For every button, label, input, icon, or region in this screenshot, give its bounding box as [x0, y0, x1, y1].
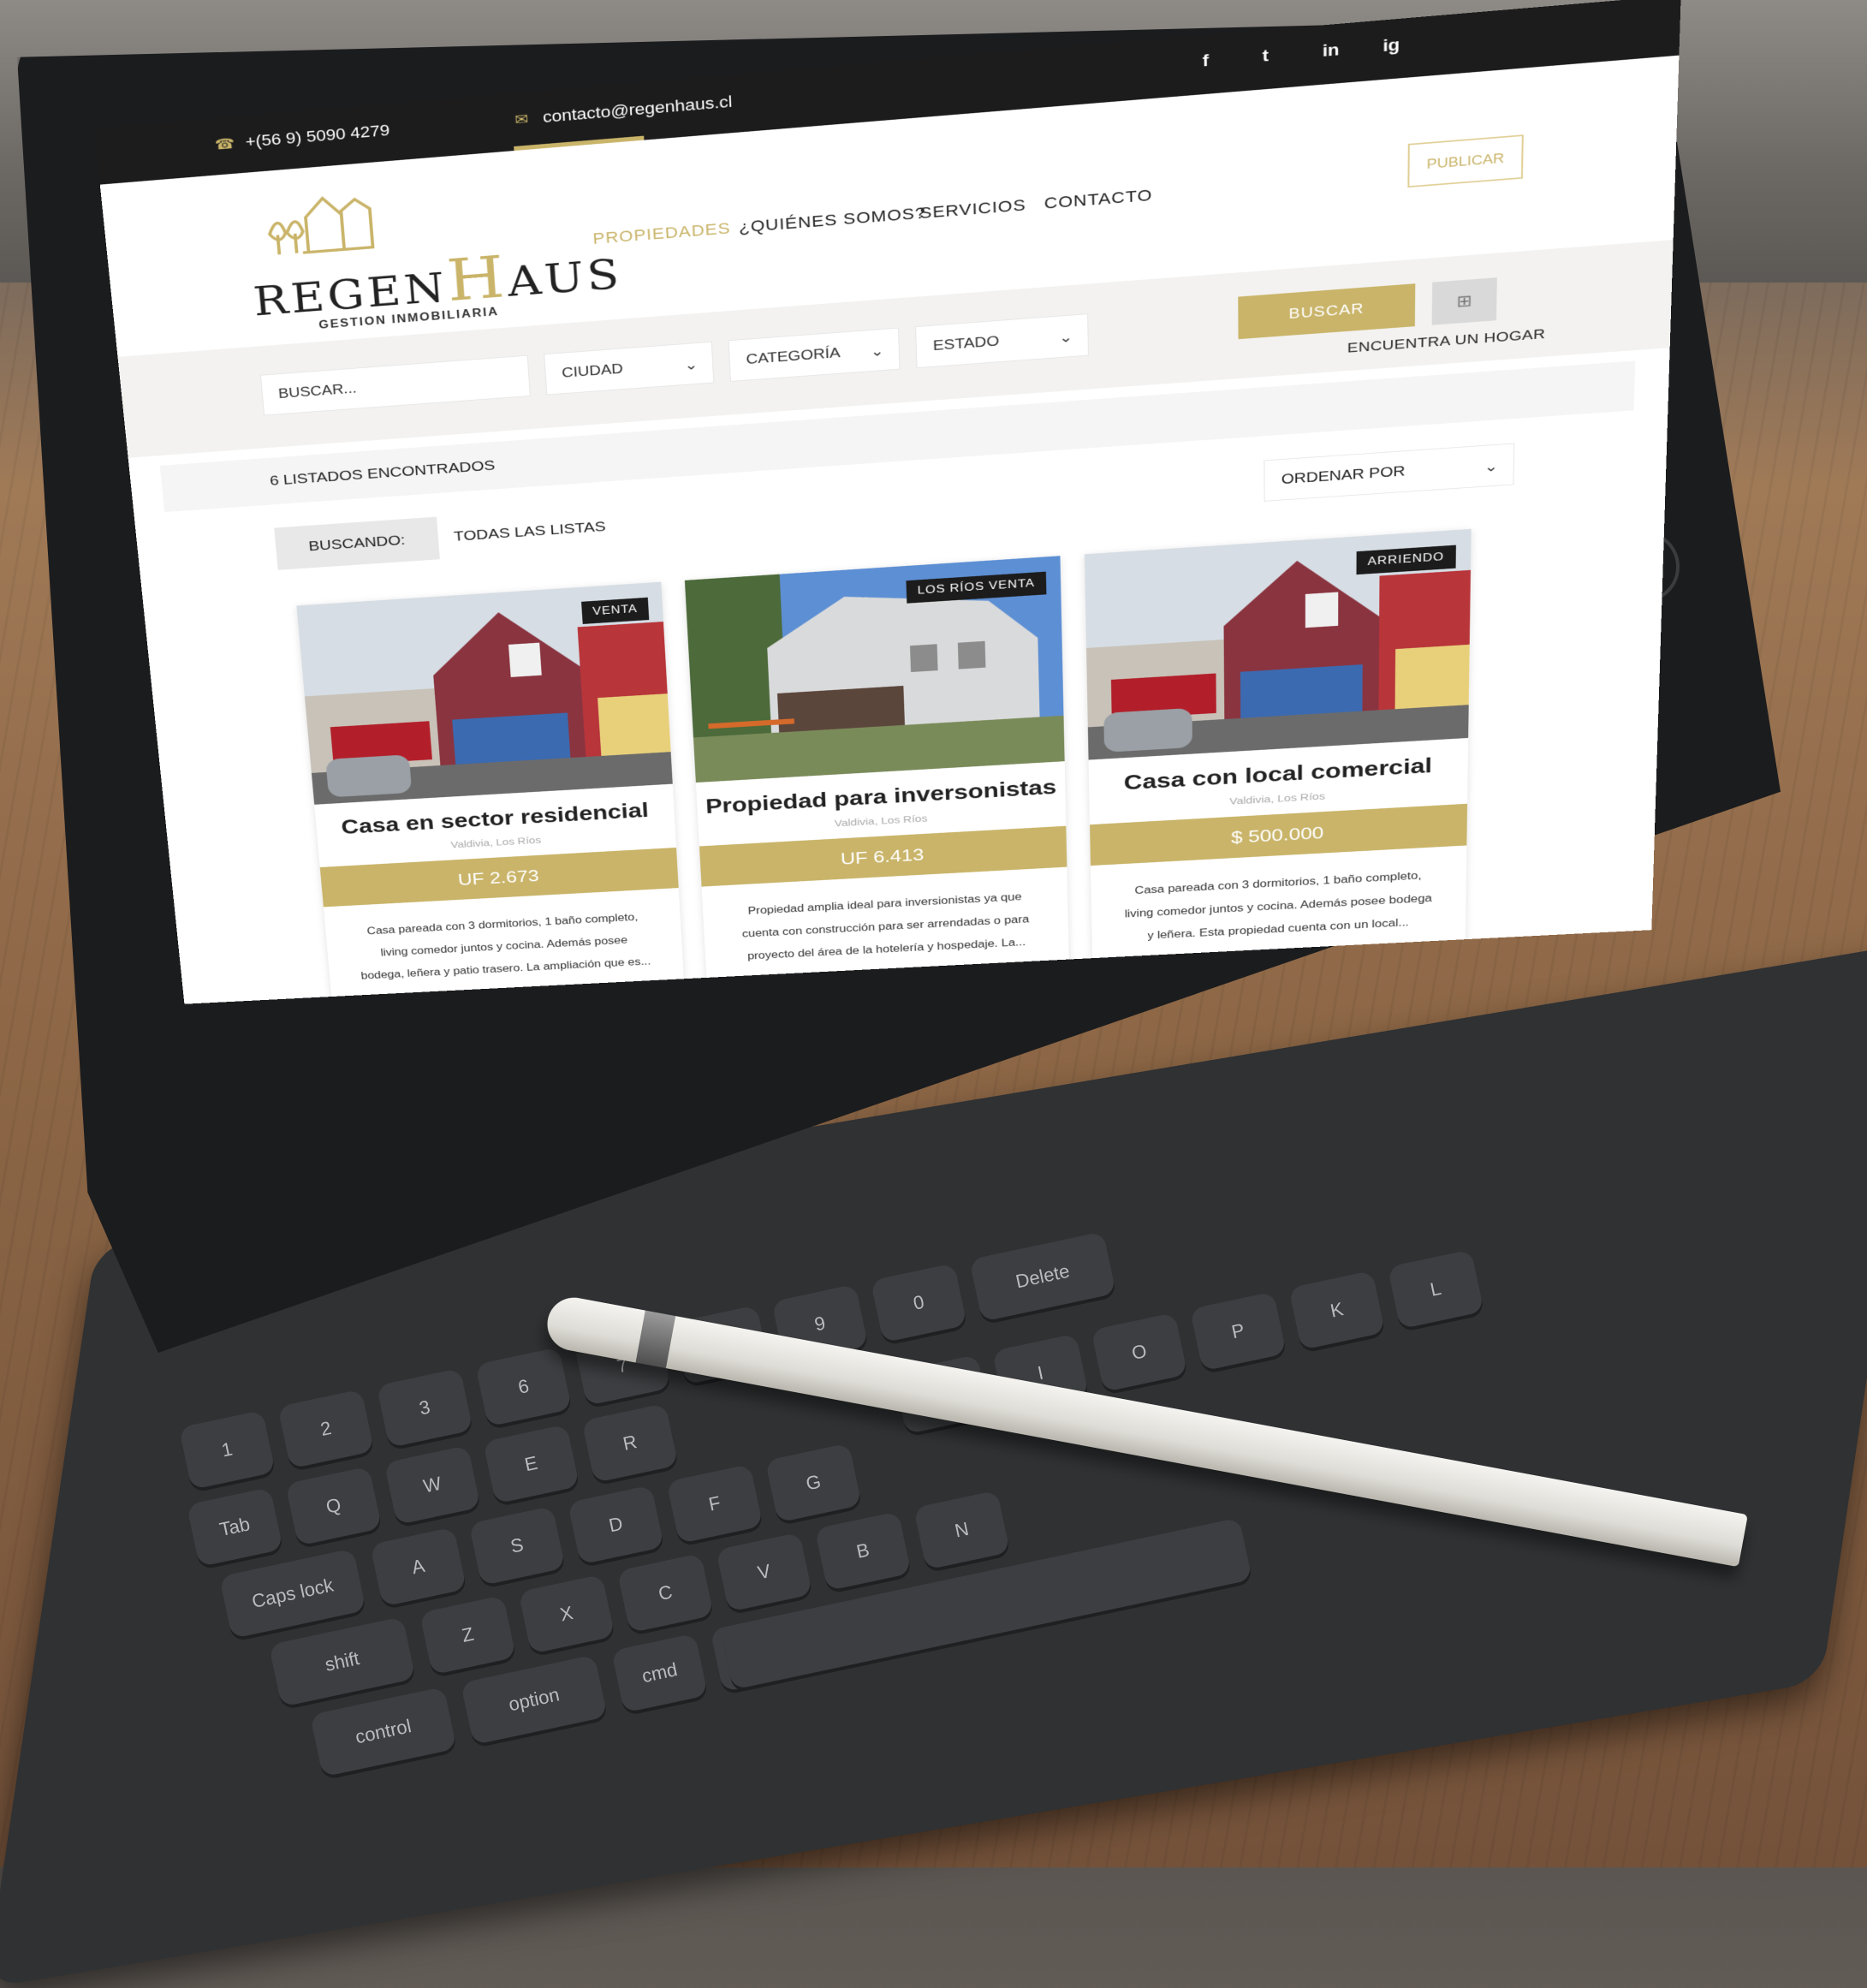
searching-label: BUSCANDO: — [307, 532, 407, 555]
searching-label-box: BUSCANDO: — [274, 516, 440, 570]
tablet-screen: ☎ +(56 9) 5090 4279 ✉ contacto@regenhaus… — [94, 0, 1681, 1004]
envelope-icon: ✉ — [514, 110, 530, 128]
logo-text-h: H — [444, 243, 510, 315]
listing-price: UF 6.413 — [699, 825, 1067, 887]
listing-badge: VENTA — [580, 597, 650, 624]
city-select-label: CIUDAD — [561, 360, 624, 381]
chevron-down-icon: ⌄ — [1483, 458, 1499, 475]
search-input[interactable]: BUSCAR... — [259, 354, 531, 416]
facebook-icon[interactable]: f — [1203, 51, 1210, 71]
nav-quienes-somos[interactable]: ¿QUIÉNES SOMOS? — [739, 204, 926, 237]
listing-card[interactable]: ARRIENDO Casa con local comercial Valdiv… — [1084, 528, 1472, 971]
chevron-down-icon: ⌄ — [684, 357, 699, 374]
email-address: contacto@regenhaus.cl — [542, 92, 733, 127]
phone-number: +(56 9) 5090 4279 — [244, 121, 390, 151]
instagram-icon[interactable]: ig — [1382, 35, 1400, 56]
pencil-band — [635, 1310, 676, 1369]
whatsapp-icon: ☎ — [214, 135, 236, 153]
listing-price: $ 500.000 — [1090, 803, 1468, 866]
grid-icon: ⊞ — [1456, 291, 1472, 311]
publish-button[interactable]: PUBLICAR — [1407, 134, 1524, 188]
logo-text-right: AUS — [506, 249, 624, 307]
logo-houses-icon — [259, 184, 377, 263]
nav-propiedades[interactable]: PROPIEDADES — [592, 219, 731, 248]
listing-card[interactable]: VENTA Casa en sector residencial Valdivi… — [296, 581, 685, 1004]
results-count: 6 LISTADOS ENCONTRADOS — [269, 457, 496, 489]
chevron-down-icon: ⌄ — [870, 343, 885, 360]
nav-servicios[interactable]: SERVICIOS — [919, 196, 1026, 223]
nav-contacto[interactable]: CONTACTO — [1043, 186, 1152, 213]
listing-description: Casa pareada con 3 dormitorios, 1 baño c… — [360, 912, 651, 982]
listing-photo[interactable]: VENTA — [296, 581, 673, 805]
phone-contact[interactable]: ☎ +(56 9) 5090 4279 — [214, 121, 390, 153]
email-contact[interactable]: ✉ contacto@regenhaus.cl — [511, 92, 733, 129]
city-select[interactable]: CIUDAD ⌄ — [544, 341, 715, 396]
search-button[interactable]: BUSCAR — [1238, 283, 1416, 340]
listing-photo[interactable]: ARRIENDO — [1084, 528, 1472, 760]
regenhaus-logo[interactable]: REGENHAUS GESTION INMOBILIARIA — [244, 170, 623, 332]
listing-price: UF 2.673 — [319, 847, 679, 908]
category-select[interactable]: CATEGORÍA ⌄ — [728, 327, 901, 382]
listing-description: Casa pareada con 3 dormitorios, 1 baño c… — [1124, 870, 1432, 942]
status-select-label: ESTADO — [932, 333, 1000, 354]
screen-perspective-wrapper: ☎ +(56 9) 5090 4279 ✉ contacto@regenhaus… — [0, 0, 1867, 1867]
sort-select[interactable]: ORDENAR POR ⌄ — [1263, 443, 1515, 502]
listing-card[interactable]: LOS RÍOS VENTA Propiedad para inversonis… — [684, 556, 1070, 991]
grid-view-button[interactable]: ⊞ — [1431, 277, 1497, 325]
chevron-down-icon: ⌄ — [1058, 329, 1073, 347]
listing-photo[interactable]: LOS RÍOS VENTA — [684, 556, 1065, 783]
listing-description: Propiedad amplia ideal para inversionist… — [741, 891, 1030, 962]
category-select-label: CATEGORÍA — [746, 344, 841, 367]
sort-select-label: ORDENAR POR — [1281, 463, 1406, 487]
search-tagline: ENCUENTRA UN HOGAR — [1347, 326, 1546, 356]
searching-value: TODAS LAS LISTAS — [453, 518, 607, 545]
status-select[interactable]: ESTADO ⌄ — [914, 313, 1089, 369]
twitter-icon[interactable]: t — [1263, 46, 1269, 66]
linkedin-icon[interactable]: in — [1323, 40, 1340, 61]
search-placeholder: BUSCAR... — [277, 380, 358, 402]
